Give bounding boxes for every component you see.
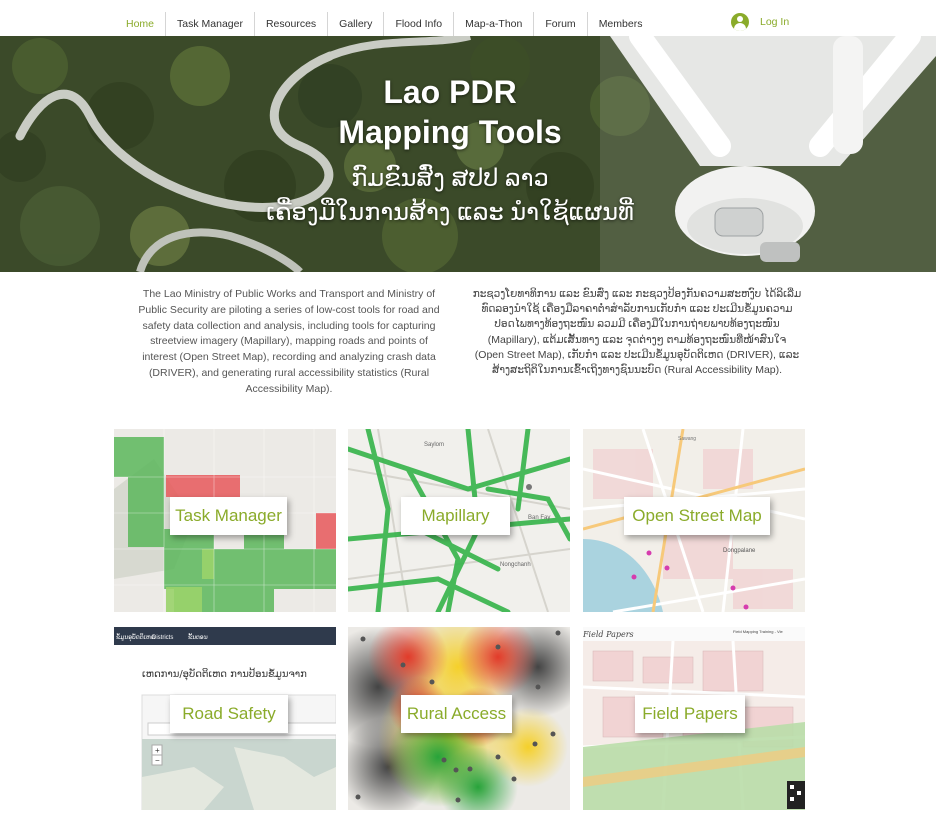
login-button[interactable]: Log In [731,13,789,31]
intro-text-english: The Lao Ministry of Public Works and Tra… [138,288,440,395]
nav-item-home[interactable]: Home [115,12,165,36]
map-label-nongchanh: Nongchanh [500,562,531,568]
field-papers-sheet-title: Field Mapping Training - Vie [733,629,784,634]
map-label-saylom: Saylom [424,442,444,448]
tile-field-papers[interactable]: Field Papers Field Mapping Training - Vi… [583,627,805,810]
map-label-ban-fay: Ban Fay [528,515,550,521]
hero-title-line1: Lao PDR [383,74,517,110]
zoom-out-icon: − [155,756,160,765]
tile-open-street-map[interactable]: Sawang Dongpalane Open Street Map [583,429,805,612]
hero-lao-line2: ເຄື່ອງມືໃນການສ້າງ ແລະ ນຳໃຊ້ແຜນທີ່ [266,199,634,226]
hero-banner: Lao PDR Mapping Tools ກົມຂົນສົ່ງ ສປປ ລາວ… [0,36,936,272]
drone-illustration [600,36,936,272]
tile-label-field-papers: Field Papers [635,695,745,733]
nav-item-gallery[interactable]: Gallery [327,12,383,36]
app-menu-item-3: ຂັ້ນຕອນ [188,634,208,641]
login-label: Log In [760,16,790,28]
user-avatar-icon [731,13,749,31]
nav-item-task-manager[interactable]: Task Manager [165,12,254,36]
tile-label-task-manager: Task Manager [170,497,287,535]
app-menu-item-2: Districts [152,635,173,641]
field-papers-header: Field Papers [583,630,634,639]
app-menu-item-1: ຂໍ້ມູນອຸບັດຕິເຫດ [116,634,155,641]
intro-text-lao: ກະຊວງໂຍທາທິການ ແລະ ຂົນສົ່ງ ແລະ ກະຊວງປ້ອງ… [472,288,802,377]
nav-menu: Home Task Manager Resources Gallery Floo… [115,12,653,36]
hero-background-image [0,36,936,272]
nav-item-map-a-thon[interactable]: Map-a-Thon [453,12,533,36]
zoom-in-icon: + [155,746,160,755]
tile-mapillary[interactable]: Saylom Ban Fay Nongchanh Mapillary [348,429,570,612]
tile-label-rural-access: Rural Access [401,695,512,733]
tile-label-mapillary: Mapillary [401,497,510,535]
tile-label-open-street-map: Open Street Map [624,497,770,535]
tile-task-manager[interactable]: Task Manager [114,429,336,612]
map-label-sawang: Sawang [678,436,696,442]
tile-road-safety[interactable]: ຂໍ້ມູນອຸບັດຕິເຫດ Districts ຂັ້ນຕອນ ເຫດກາ… [114,627,336,810]
app-heading: ເຫດການ/ອຸບັດຕິເຫດ ການປ້ອນຂໍ້ມູນຈາກ [142,667,307,681]
hero-title-line2: Mapping Tools [338,114,562,150]
nav-item-members[interactable]: Members [586,12,654,36]
hero-lao-line1: ກົມຂົນສົ່ງ ສປປ ລາວ [351,165,549,192]
top-navigation: Home Task Manager Resources Gallery Floo… [0,0,936,36]
tile-label-road-safety: Road Safety [170,695,288,733]
nav-item-flood-info[interactable]: Flood Info [383,12,453,36]
map-label-dongpalane: Dongpalane [723,548,756,554]
tile-rural-access[interactable]: Rural Access [348,627,570,810]
nav-item-resources[interactable]: Resources [253,12,327,36]
nav-item-forum[interactable]: Forum [533,12,586,36]
